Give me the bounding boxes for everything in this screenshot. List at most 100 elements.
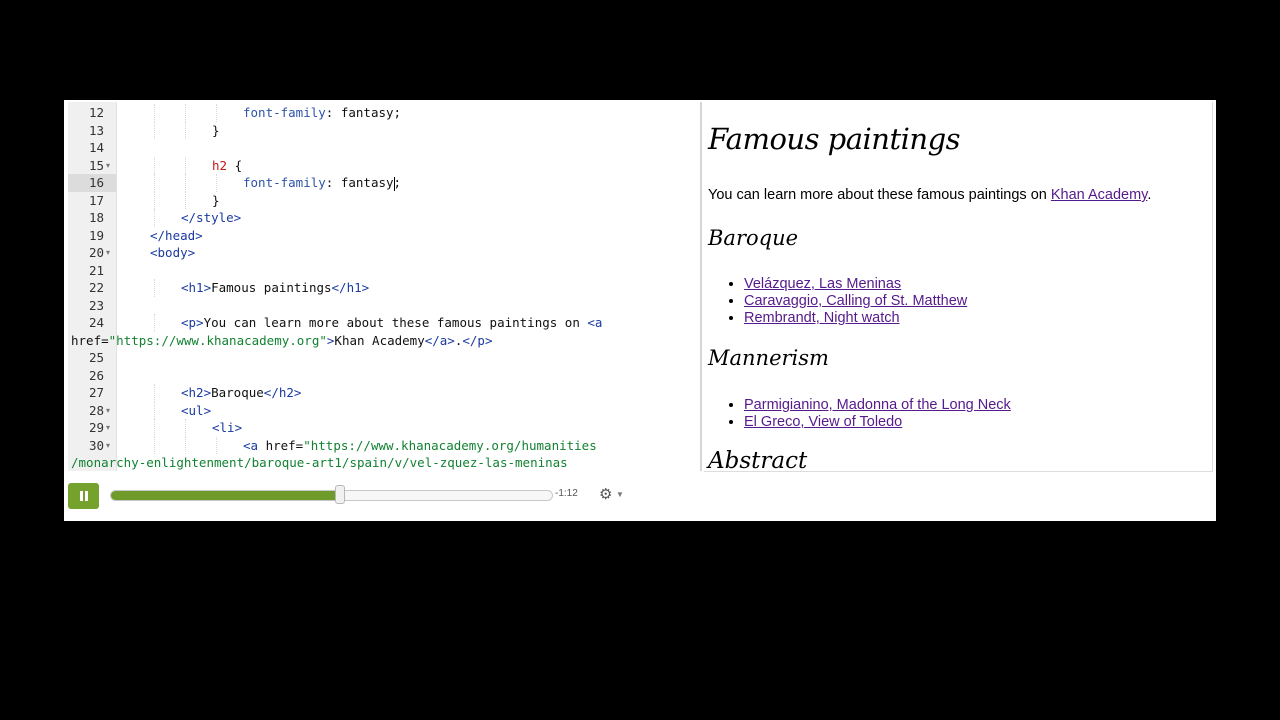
code-token: </a> [424,332,455,348]
indent-guide [185,436,186,454]
code-text: <body> [150,244,195,262]
list-item: El Greco, View of Toledo [744,414,1011,431]
progress-track[interactable] [110,490,553,501]
code-line[interactable]: 16 font-family: fantasy; [68,174,698,192]
code-line[interactable]: 21 [68,262,698,280]
code-line[interactable]: 19 </head> [68,227,698,245]
khan-academy-link[interactable]: Khan Academy [1051,187,1147,203]
code-token: </p> [462,332,493,348]
scrubber-handle[interactable] [335,485,346,504]
code-token: <h1> [181,280,212,295]
pause-button[interactable] [68,483,99,509]
line-number: 28 [88,402,104,418]
line-number: 23 [88,297,104,313]
code-token: <a [243,437,266,453]
painting-link[interactable]: Velázquez, Las Meninas [744,276,901,292]
baroque-list: Velázquez, Las Meninas Caravaggio, Calli… [726,276,967,327]
fold-toggle-icon[interactable]: ▾ [106,419,110,437]
code-line[interactable]: 29 ▾ <li> [68,419,698,437]
chevron-down-icon[interactable]: ▼ [616,490,624,499]
painting-link[interactable]: Parmigianino, Madonna of the Long Neck [744,397,1011,413]
list-item: Velázquez, Las Meninas [744,276,967,293]
code-token: <h2> [181,385,212,400]
line-number: 26 [88,367,104,383]
code-line[interactable]: 30 ▾ <a href="https://www.khanacademy.org/… [68,436,698,455]
line-number: 17 [88,192,104,208]
list-item: Rembrandt, Night watch [744,310,967,327]
fold-toggle-icon[interactable]: ▾ [106,244,110,262]
code-line[interactable]: 27 <h2>Baroque</h2> [68,384,698,402]
code-line[interactable]: 22 <h1>Famous paintings</h1> [68,279,698,297]
indent-guide [185,191,186,209]
indent-guide [185,419,186,437]
painting-link[interactable]: Rembrandt, Night watch [744,310,900,326]
code-text: <a href="https://www.khanacademy.org/hum… [243,437,597,455]
code-line[interactable]: href="https://www.khanacademy.org">Khan … [68,332,698,350]
code-text: href="https://www.khanacademy.org">Khan … [71,332,492,350]
code-text: <li> [212,419,242,437]
code-text: font-family: fantasy; [243,174,401,192]
indent-guide [154,436,155,454]
code-token: Famous paintings [211,280,332,295]
code-line[interactable]: 17} [68,191,698,209]
code-token: </style> [181,210,242,225]
indent-guide [154,104,155,122]
preview-heading: Famous paintings [708,122,961,156]
code-line[interactable]: 20 ▾ <body> [68,244,698,262]
code-text: <h2>Baroque</h2> [181,384,301,402]
line-number: 25 [88,350,104,365]
code-text: <p>You can learn more about these famous… [181,314,602,332]
code-text: font-family: fantasy; [243,104,401,122]
indent-guide [154,314,155,332]
indent-guide [154,401,155,419]
code-text: } [212,122,220,140]
pane-divider[interactable] [700,102,702,471]
code-token: h2 [212,157,228,173]
painting-link[interactable]: El Greco, View of Toledo [744,414,902,430]
code-line[interactable]: 15 ▾ h2 { [68,156,698,175]
code-line[interactable]: 26 [68,367,698,385]
code-text: </style> [181,209,241,227]
code-text: </head> [150,227,203,245]
code-editor[interactable]: 12 font-family: fantasy; 13} 14 15 ▾ h2 {16 fon… [68,102,698,471]
code-line[interactable]: 18 </style> [68,209,698,227]
indent-guide [154,419,155,437]
code-text: <h1>Famous paintings</h1> [181,279,369,297]
code-line[interactable]: 25 [68,349,698,367]
pause-icon [79,491,88,501]
preview-intro-text: You can learn more about these famous pa… [708,187,1051,203]
fold-toggle-icon[interactable]: ▾ [106,437,110,455]
line-number: 13 [88,122,104,138]
fold-toggle-icon[interactable]: ▾ [106,402,110,420]
code-token: } [212,192,220,208]
code-line[interactable]: /monarchy-enlightenment/baroque-art1/spa… [68,454,698,471]
indent-guide [154,156,155,174]
list-item: Caravaggio, Calling of St. Matthew [744,293,967,310]
code-token: <p> [181,315,204,330]
indent-guide [154,191,155,209]
code-token: "https://www.khanacademy.org" [108,332,327,348]
fold-toggle-icon[interactable]: ▾ [106,157,110,175]
section-heading-baroque: Baroque [708,226,799,250]
indent-guide [154,174,155,192]
preview-intro-end: . [1147,187,1152,203]
indent-guide [154,209,155,227]
code-line[interactable]: 13} [68,121,698,140]
preview-intro: You can learn more about these famous pa… [708,187,1151,203]
code-line[interactable]: 24 <p>You can learn more about these famo… [68,314,698,332]
line-number: 20 [88,245,104,260]
code-token: </head> [150,227,203,243]
code-line[interactable]: 14 [68,139,698,157]
code-text: h2 { [212,157,242,175]
code-token: { [227,157,243,173]
code-line[interactable]: 23 [68,297,698,315]
line-number: 12 [88,105,104,120]
code-token: You can learn more about these famous pa… [203,315,588,330]
player-controls: -1:12 ⚙ ▼ [64,473,1216,521]
painting-link[interactable]: Caravaggio, Calling of St. Matthew [744,293,967,309]
code-line[interactable]: 12 font-family: fantasy; [68,104,698,122]
gear-icon[interactable]: ⚙ [599,486,612,504]
code-line[interactable]: 28 ▾ <ul> [68,401,698,420]
code-token: href= [265,437,304,453]
code-text: <ul> [181,402,211,420]
